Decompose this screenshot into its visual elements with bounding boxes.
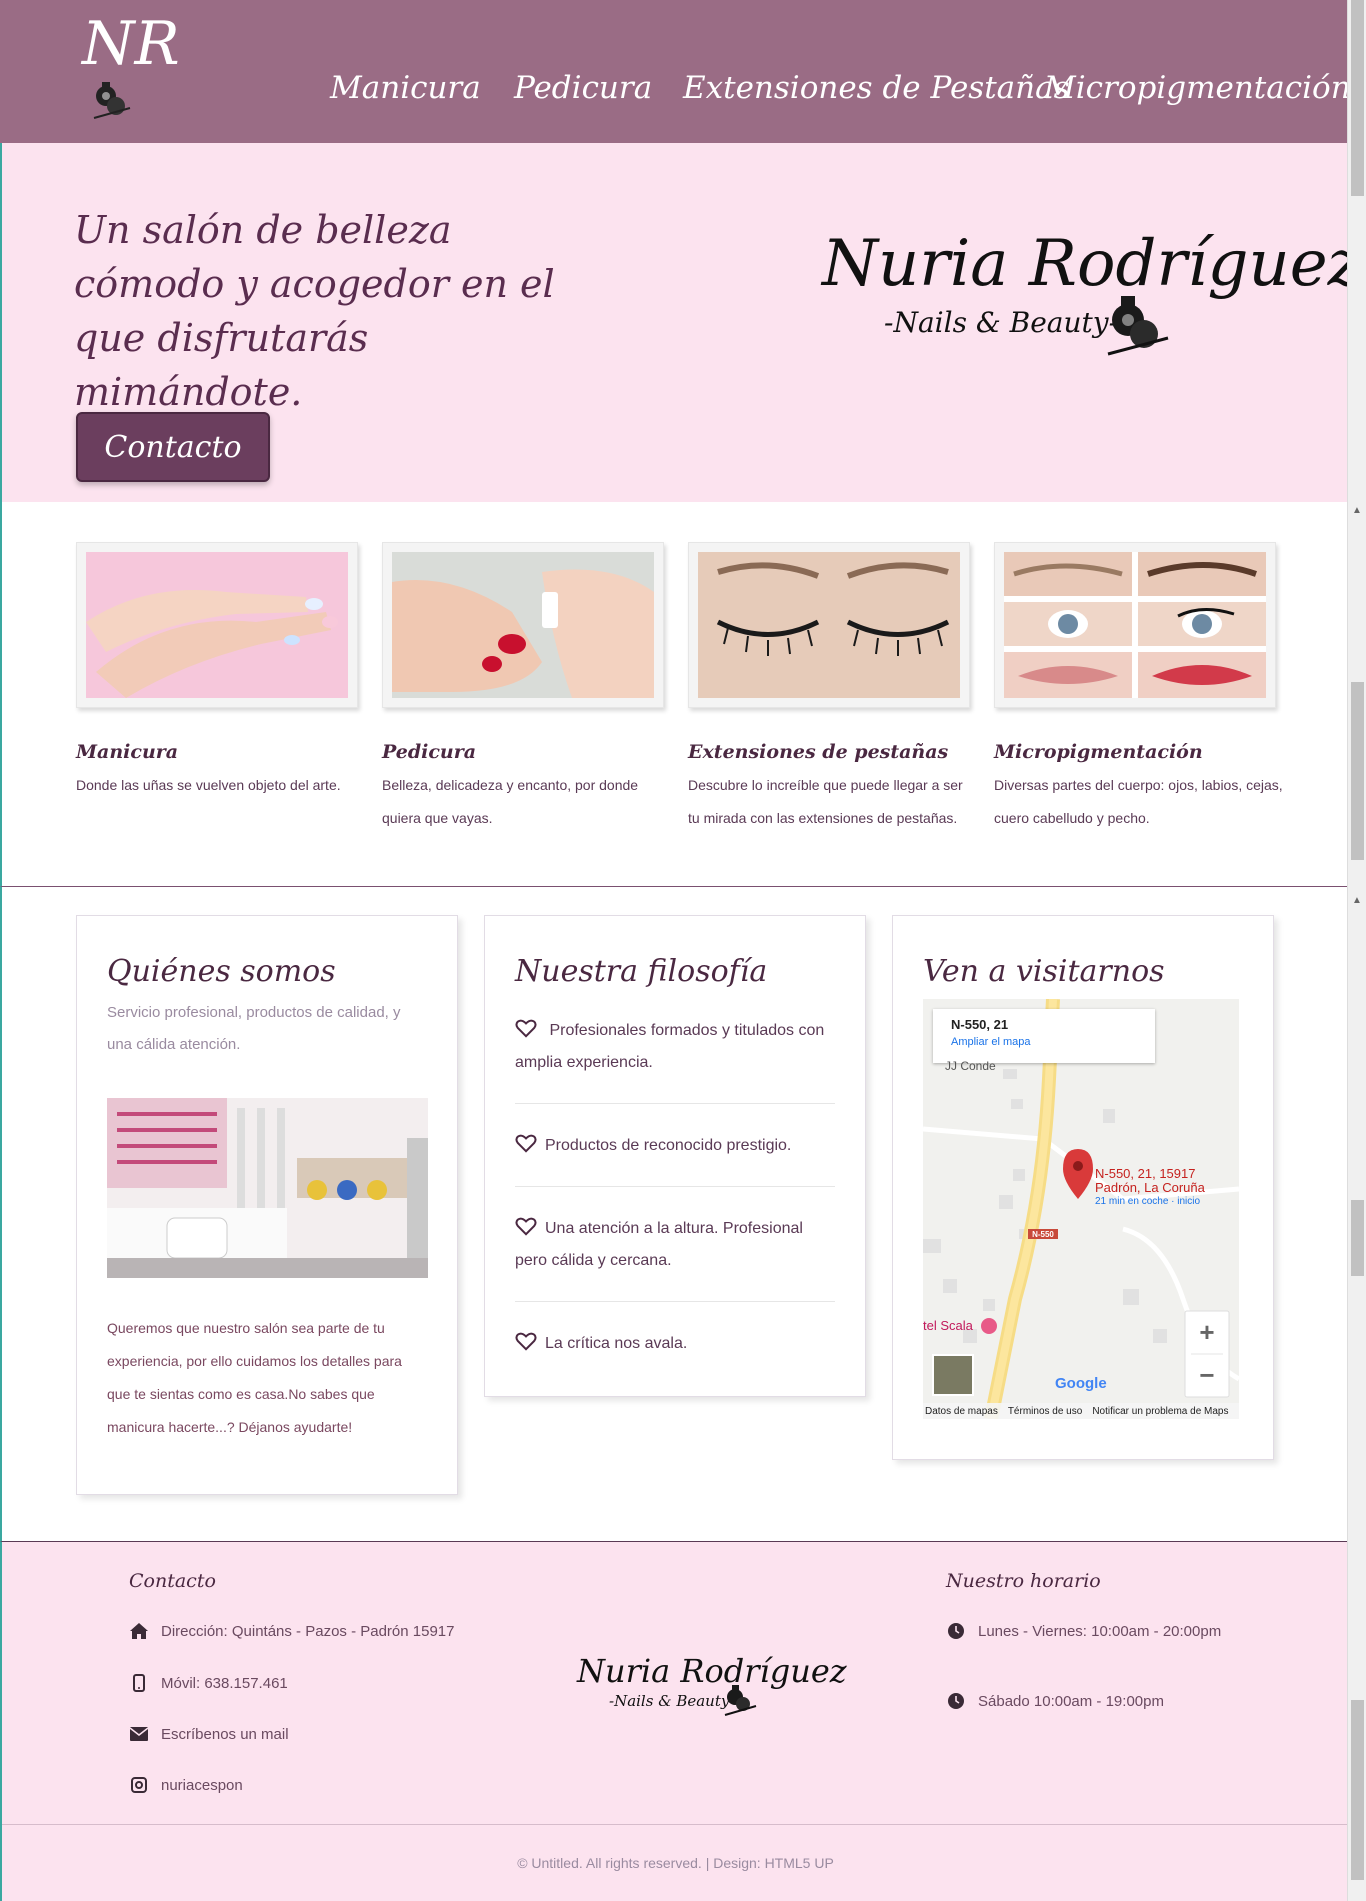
service-image-frame — [688, 542, 970, 708]
footer-hours-saturday: Sábado 10:00am - 19:00pm — [946, 1692, 1164, 1710]
eyelash-image — [698, 552, 960, 698]
footer-brand-name: Nuria Rodríguez — [577, 1652, 847, 1690]
mobile-icon — [129, 1674, 149, 1692]
site-header: NR Manicura Pedicura Extensiones de Pest… — [0, 0, 1351, 143]
scrollbar-thumb[interactable] — [1351, 1200, 1364, 1276]
brand-subtitle: -Nails & Beauty- — [884, 306, 1119, 339]
footer-brand-subtitle: -Nails & Beauty- — [609, 1692, 735, 1710]
footer-email[interactable]: Escríbenos un mail — [129, 1725, 289, 1743]
footer-hours-title: Nuestro horario — [946, 1570, 1101, 1592]
map-info-card: N-550, 21 Ampliar el mapa — [933, 1009, 1155, 1063]
road-label: N-550 — [1032, 1230, 1054, 1239]
service-title: Extensiones de pestañas — [688, 741, 949, 763]
embedded-map[interactable]: N-550 N-550, 21 Ampliar el mapa JJ Conde… — [923, 999, 1239, 1419]
heart-icon — [515, 1134, 537, 1153]
service-image-frame — [994, 542, 1276, 708]
salon-image — [107, 1098, 428, 1278]
vertical-scrollbar[interactable]: ▲ ▲ — [1347, 0, 1366, 1901]
philosophy-item-text: La crítica nos avala. — [545, 1335, 688, 1352]
philosophy-item-text: Una atención a la altura. Profesional pe… — [515, 1220, 803, 1269]
service-card-micropigmentacion[interactable]: Micropigmentación Diversas partes del cu… — [994, 542, 1284, 835]
nail-polish-icon — [1107, 296, 1169, 356]
footer-phone: Móvil: 638.157.461 — [129, 1674, 288, 1692]
map-place-title: N-550, 21 — [951, 1017, 1009, 1032]
scroll-up-icon[interactable]: ▲ — [1352, 895, 1362, 906]
service-image-frame — [382, 542, 664, 708]
map-terms-link[interactable]: Términos de uso — [1008, 1406, 1082, 1417]
clock-icon — [946, 1622, 966, 1640]
map-enlarge-link[interactable]: Ampliar el mapa — [951, 1036, 1137, 1048]
hero-tagline: Un salón de belleza cómodo y acogedor en… — [74, 208, 555, 414]
contact-button[interactable]: Contacto — [76, 412, 270, 482]
service-description: Descubre lo increíble que puede llegar a… — [688, 777, 963, 826]
nail-polish-icon — [724, 1685, 757, 1716]
scrollbar-thumb[interactable] — [1351, 0, 1364, 196]
service-card-manicura[interactable]: Manicura Donde las uñas se vuelven objet… — [76, 542, 366, 802]
services-section: Manicura Donde las uñas se vuelven objet… — [0, 502, 1347, 887]
nav-manicura[interactable]: Manicura — [330, 68, 481, 108]
info-section: Quiénes somos Servicio profesional, prod… — [0, 887, 1347, 1541]
map-zoom-in[interactable]: + — [1185, 1311, 1229, 1353]
philosophy-card: Nuestra filosofía Profesionales formados… — [484, 915, 866, 1397]
micropigmentation-image — [1004, 552, 1266, 698]
service-description: Belleza, delicadeza y encanto, por donde… — [382, 777, 639, 826]
visit-title: Ven a visitarnos — [923, 954, 1165, 989]
envelope-icon — [129, 1725, 149, 1743]
map-poi-label: JJ Conde — [945, 1059, 996, 1073]
brand-logo: Nuria Rodríguez -Nails & Beauty- — [822, 228, 1361, 388]
map-data-link[interactable]: Datos de mapas — [925, 1406, 998, 1417]
heart-icon — [515, 1217, 537, 1236]
nav-micropigmentacion[interactable]: Micropigmentación — [1044, 68, 1351, 108]
copyright: © Untitled. All rights reserved. | Desig… — [2, 1824, 1349, 1871]
home-icon — [129, 1622, 149, 1640]
service-card-pedicura[interactable]: Pedicura Belleza, delicadeza y encanto, … — [382, 542, 672, 835]
service-title: Manicura — [76, 741, 179, 763]
clock-icon — [946, 1692, 966, 1710]
site-footer: Contacto Dirección: Quintáns - Pazos - P… — [0, 1541, 1349, 1901]
hero-section: Un salón de belleza cómodo y acogedor en… — [0, 143, 1361, 502]
logo-monogram: NR — [82, 9, 180, 79]
about-card: Quiénes somos Servicio profesional, prod… — [76, 915, 458, 1495]
philosophy-item: Productos de reconocido prestigio. — [515, 1104, 835, 1187]
map-footer: Datos de mapas Términos de uso Notificar… — [923, 1403, 1239, 1419]
footer-instagram[interactable]: nuriacespon — [129, 1776, 243, 1794]
main-nav: Manicura Pedicura Extensiones de Pestaña… — [0, 68, 1351, 108]
instagram-icon — [129, 1776, 149, 1794]
service-image-frame — [76, 542, 358, 708]
about-title: Quiénes somos — [107, 954, 336, 989]
service-description: Donde las uñas se vuelven objeto del art… — [76, 777, 341, 793]
nav-extensiones[interactable]: Extensiones de Pestañas — [683, 68, 1070, 108]
heart-icon — [515, 1019, 537, 1038]
philosophy-title: Nuestra filosofía — [515, 954, 768, 989]
service-description: Diversas partes del cuerpo: ojos, labios… — [994, 777, 1283, 826]
service-card-extensiones[interactable]: Extensiones de pestañas Descubre lo incr… — [688, 542, 978, 835]
footer-hours-weekdays: Lunes - Viernes: 10:00am - 20:00pm — [946, 1622, 1221, 1640]
about-text: Queremos que nuestro salón sea parte de … — [107, 1320, 402, 1435]
google-logo: Google — [1055, 1375, 1107, 1392]
visit-card: Ven a visitarnos N-550 N-550, 21 Ampliar… — [892, 915, 1274, 1460]
scrollbar-thumb[interactable] — [1351, 1700, 1364, 1880]
philosophy-item: Una atención a la altura. Profesional pe… — [515, 1187, 835, 1302]
service-title: Micropigmentación — [994, 741, 1203, 763]
philosophy-item: Profesionales formados y titulados con a… — [515, 989, 835, 1104]
map-zoom-out[interactable]: − — [1185, 1355, 1229, 1397]
footer-brand-logo: Nuria Rodríguez -Nails & Beauty- — [577, 1652, 847, 1752]
philosophy-item-text: Productos de reconocido prestigio. — [545, 1137, 792, 1154]
map-report-link[interactable]: Notificar un problema de Maps — [1092, 1406, 1228, 1417]
footer-contact-title: Contacto — [129, 1570, 216, 1592]
map-hotel-label: tel Scala — [923, 1318, 973, 1333]
scroll-up-icon[interactable]: ▲ — [1352, 505, 1362, 516]
philosophy-item: La crítica nos avala. — [515, 1302, 835, 1384]
philosophy-list: Profesionales formados y titulados con a… — [515, 989, 835, 1384]
manicure-image — [86, 552, 348, 698]
footer-address: Dirección: Quintáns - Pazos - Padrón 159… — [129, 1622, 455, 1640]
service-title: Pedicura — [382, 741, 477, 763]
philosophy-item-text: Profesionales formados y titulados con a… — [515, 1022, 825, 1071]
nav-pedicura[interactable]: Pedicura — [514, 68, 652, 108]
map-pin-label: N-550, 21, 15917 Padrón, La Coruña 21 mi… — [1095, 1166, 1205, 1208]
scrollbar-thumb[interactable] — [1351, 682, 1364, 860]
heart-icon — [515, 1332, 537, 1351]
about-subtitle: Servicio profesional, productos de calid… — [107, 1004, 401, 1053]
pedicure-image — [392, 552, 654, 698]
